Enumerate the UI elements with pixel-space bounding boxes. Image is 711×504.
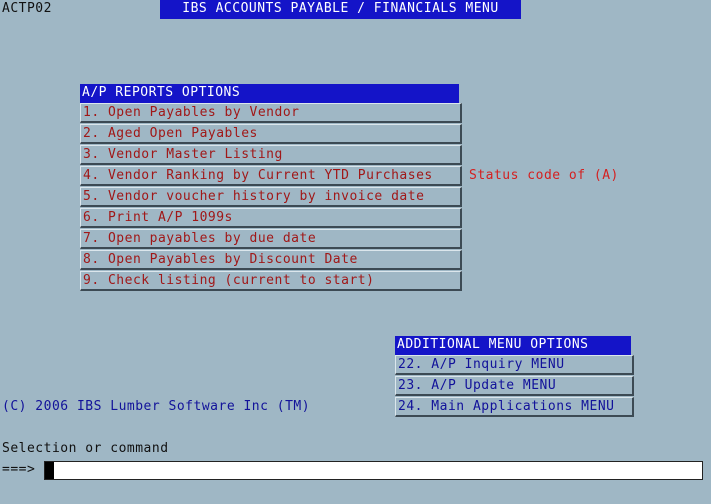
status-code-note: Status code of (A) <box>469 168 619 183</box>
option-vendor-master-listing[interactable]: 3. Vendor Master Listing <box>80 145 462 165</box>
option-ap-update-menu[interactable]: 23. A/P Update MENU <box>395 376 634 396</box>
option-aged-open-payables[interactable]: 2. Aged Open Payables <box>80 124 462 144</box>
option-open-payables-by-due-date[interactable]: 7. Open payables by due date <box>80 229 462 249</box>
additional-options-header: ADDITIONAL MENU OPTIONS <box>395 336 631 355</box>
option-print-1099s[interactable]: 6. Print A/P 1099s <box>80 208 462 228</box>
command-input[interactable] <box>44 461 703 480</box>
option-vendor-ranking[interactable]: 4. Vendor Ranking by Current YTD Purchas… <box>80 166 462 186</box>
option-open-payables-by-discount-date[interactable]: 8. Open Payables by Discount Date <box>80 250 462 270</box>
option-ap-inquiry-menu[interactable]: 22. A/P Inquiry MENU <box>395 355 634 375</box>
text-cursor <box>45 462 54 479</box>
option-check-listing[interactable]: 9. Check listing (current to start) <box>80 271 462 291</box>
ap-reports-header: A/P REPORTS OPTIONS <box>80 84 459 103</box>
selection-label: Selection or command <box>2 441 169 456</box>
menu-title: IBS ACCOUNTS PAYABLE / FINANCIALS MENU <box>160 0 521 19</box>
command-prompt: ===> <box>2 462 36 477</box>
copyright-notice: (C) 2006 IBS Lumber Software Inc (TM) <box>2 399 311 414</box>
option-main-applications-menu[interactable]: 24. Main Applications MENU <box>395 397 634 417</box>
option-vendor-voucher-history[interactable]: 5. Vendor voucher history by invoice dat… <box>80 187 462 207</box>
option-open-payables-by-vendor[interactable]: 1. Open Payables by Vendor <box>80 103 462 123</box>
program-id: ACTP02 <box>2 1 52 16</box>
